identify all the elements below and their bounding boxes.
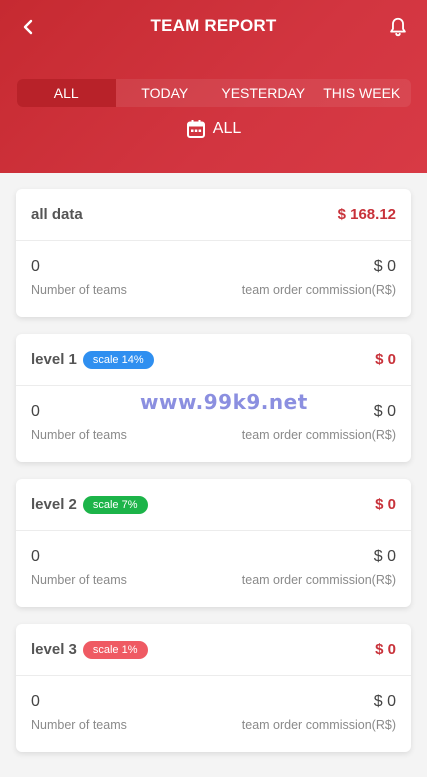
card-header: level 3 scale 1% $ 0 — [16, 624, 411, 676]
card-header: level 1 scale 14% $ 0 — [16, 334, 411, 386]
tab-yesterday[interactable]: YESTERDAY — [214, 79, 313, 107]
level-card-2: level 2 scale 7% $ 0 0 Number of teams $… — [16, 479, 411, 607]
date-filter[interactable]: ALL — [0, 119, 427, 139]
header-bar: TEAM REPORT ALL TODAY YESTERDAY THIS WEE… — [0, 0, 427, 173]
card-title-text: level 2 — [31, 496, 77, 513]
watermark: www.99k9.net — [140, 390, 308, 414]
commission-label: team order commission(R$) — [241, 573, 396, 587]
card-title-text: all data — [31, 206, 83, 223]
date-filter-label: ALL — [212, 120, 242, 137]
calendar-icon — [186, 120, 205, 138]
teams-value: 0 — [31, 548, 40, 565]
card-amount: $ 0 — [375, 351, 396, 368]
tab-this-week[interactable]: THIS WEEK — [313, 79, 412, 107]
card-body: 0 Number of teams $ 0 team order commiss… — [16, 241, 411, 317]
card-title: level 1 scale 14% — [31, 350, 154, 369]
commission-label: team order commission(R$) — [241, 428, 396, 442]
page-title: TEAM REPORT — [150, 16, 277, 35]
summary-card-all: all data $ 168.12 0 Number of teams $ 0 … — [16, 189, 411, 317]
card-title: level 3 scale 1% — [31, 640, 148, 659]
commission-label: team order commission(R$) — [241, 718, 396, 732]
card-body: 0 Number of teams $ 0 team order commiss… — [16, 531, 411, 607]
card-title-text: level 1 — [31, 351, 77, 368]
card-amount: $ 0 — [375, 496, 396, 513]
scale-badge: scale 1% — [82, 640, 148, 659]
scale-badge: scale 7% — [82, 495, 148, 514]
teams-label: Number of teams — [31, 283, 127, 297]
level-card-3: level 3 scale 1% $ 0 0 Number of teams $… — [16, 624, 411, 752]
period-tabs: ALL TODAY YESTERDAY THIS WEEK — [17, 79, 411, 107]
teams-value: 0 — [31, 403, 40, 420]
card-title: all data — [31, 206, 83, 223]
teams-label: Number of teams — [31, 718, 127, 732]
card-body: 0 Number of teams $ 0 team order commiss… — [16, 676, 411, 752]
scale-badge: scale 14% — [82, 350, 154, 369]
commission-label: team order commission(R$) — [241, 283, 396, 297]
teams-label: Number of teams — [31, 573, 127, 587]
commission-value: $ 0 — [373, 693, 396, 710]
teams-label: Number of teams — [31, 428, 127, 442]
commission-value: $ 0 — [373, 403, 396, 420]
tab-today[interactable]: TODAY — [116, 79, 215, 107]
teams-value: 0 — [31, 258, 40, 275]
bell-icon[interactable] — [387, 16, 409, 38]
commission-value: $ 0 — [373, 258, 396, 275]
teams-value: 0 — [31, 693, 40, 710]
card-amount: $ 0 — [375, 641, 396, 658]
card-header: all data $ 168.12 — [16, 189, 411, 241]
commission-value: $ 0 — [373, 548, 396, 565]
tab-all[interactable]: ALL — [17, 79, 116, 107]
card-amount: $ 168.12 — [337, 206, 396, 223]
card-title-text: level 3 — [31, 641, 77, 658]
card-title: level 2 scale 7% — [31, 495, 148, 514]
card-header: level 2 scale 7% $ 0 — [16, 479, 411, 531]
